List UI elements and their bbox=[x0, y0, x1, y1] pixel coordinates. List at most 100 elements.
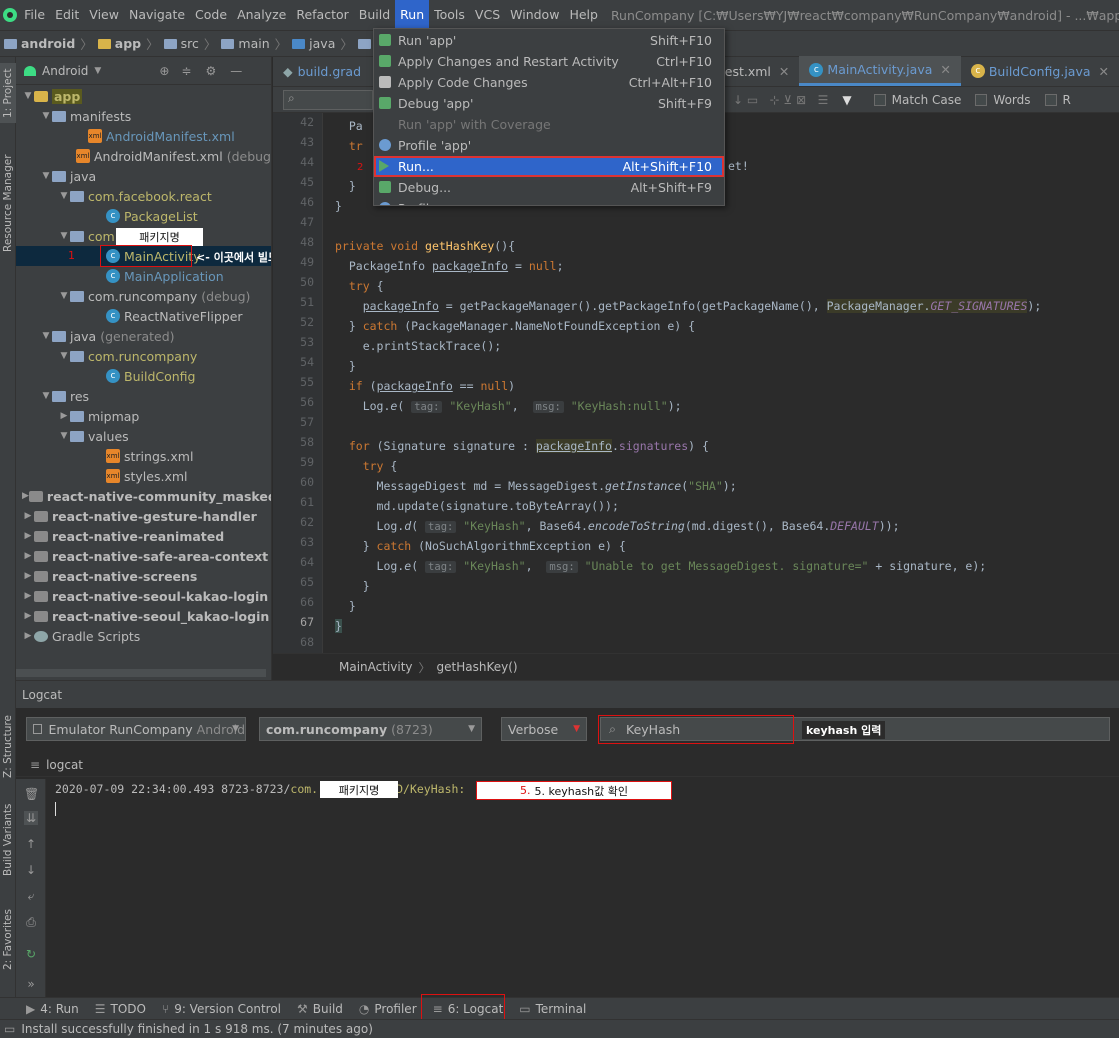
menu-tools[interactable]: Tools bbox=[429, 0, 470, 30]
tab-buildconfig[interactable]: c BuildConfig.java ✕ bbox=[961, 56, 1119, 86]
run-menu-item[interactable]: Apply Code Changes Ctrl+Alt+F10 bbox=[374, 72, 724, 93]
log-level-select[interactable]: Verbose ▼ bbox=[501, 717, 587, 741]
tree-item[interactable]: ▼ res bbox=[16, 386, 271, 406]
crumb-src[interactable]: src 〉 bbox=[163, 34, 222, 53]
tree-item[interactable]: ▼ com.facebook.react bbox=[16, 186, 271, 206]
tree-item[interactable]: xml strings.xml bbox=[16, 446, 271, 466]
process-select[interactable]: com.runcompany (8723) ▼ bbox=[259, 717, 482, 741]
run-menu-item[interactable]: Run 'app' with Coverage bbox=[374, 114, 724, 135]
tool-window-todo[interactable]: ☰ TODO bbox=[95, 1002, 146, 1016]
tree-item[interactable]: c ReactNativeFlipper bbox=[16, 306, 271, 326]
scroll-end-icon[interactable]: ⇊ bbox=[24, 811, 38, 825]
gear-icon[interactable]: ⚙ bbox=[205, 64, 216, 78]
crumb-java[interactable]: java 〉 bbox=[292, 34, 358, 53]
tree-item[interactable]: ▶ react-native-reanimated bbox=[16, 526, 271, 546]
print-icon[interactable]: ⎙ bbox=[24, 915, 38, 930]
collapse-arrow-icon[interactable]: ▶ bbox=[22, 631, 34, 641]
menu-run[interactable]: Run bbox=[395, 0, 430, 30]
tree-item[interactable]: ▶ Gradle Scripts bbox=[16, 626, 271, 646]
menu-navigate[interactable]: Navigate bbox=[124, 0, 190, 30]
expand-arrow-icon[interactable]: ▼ bbox=[40, 391, 52, 401]
words-option[interactable]: Words bbox=[975, 93, 1031, 107]
close-icon[interactable]: ✕ bbox=[940, 62, 950, 77]
tool-window-vcs[interactable]: ⑂ 9: Version Control bbox=[162, 1002, 281, 1016]
run-menu-item[interactable]: Profile... bbox=[374, 198, 724, 205]
tree-item[interactable]: ▼ app bbox=[16, 86, 271, 106]
menu-view[interactable]: View bbox=[84, 0, 124, 30]
collapse-arrow-icon[interactable]: ▶ bbox=[22, 571, 34, 581]
tree-item[interactable]: ▶ react-native-seoul-kakao-login bbox=[16, 586, 271, 606]
run-menu-item[interactable]: Run 'app' Shift+F10 bbox=[374, 30, 724, 51]
breadcrumb-method[interactable]: getHashKey() bbox=[437, 660, 518, 674]
menu-refactor[interactable]: Refactor bbox=[291, 0, 353, 30]
tab-build-gradle[interactable]: ◆ build.grad bbox=[273, 56, 371, 86]
tree-item[interactable]: ▶ react-native-community_masked-view bbox=[16, 486, 271, 506]
restart-icon[interactable]: ↻ bbox=[24, 947, 38, 961]
tree-item[interactable]: xml styles.xml bbox=[16, 466, 271, 486]
collapse-arrow-icon[interactable]: ▶ bbox=[58, 411, 70, 421]
device-select[interactable]: Emulator RunCompany Android ▼ bbox=[26, 717, 246, 741]
expand-arrow-icon[interactable]: ▼ bbox=[58, 191, 70, 201]
tree-item[interactable]: ▼ com.runcompany (debug) bbox=[16, 286, 271, 306]
tree-item[interactable]: ▶ react-native-screens bbox=[16, 566, 271, 586]
run-menu-item[interactable]: Debug... Alt+Shift+F9 bbox=[374, 177, 724, 198]
tree-item[interactable]: ▼ java (generated) bbox=[16, 326, 271, 346]
collapse-arrow-icon[interactable]: ▶ bbox=[22, 551, 34, 561]
collapse-arrow-icon[interactable]: ▶ bbox=[22, 531, 34, 541]
menu-build[interactable]: Build bbox=[354, 0, 395, 30]
resource-manager-tab[interactable]: Resource Manager bbox=[0, 153, 16, 253]
find-toolbar-icons[interactable]: ↓ ▭ ⊹ ⊻ ⊠ ☰ bbox=[733, 93, 828, 107]
menu-file[interactable]: File bbox=[19, 0, 50, 30]
more-icon[interactable]: » bbox=[24, 977, 38, 991]
regex-option[interactable]: R bbox=[1044, 93, 1071, 107]
expand-arrow-icon[interactable]: ▼ bbox=[58, 291, 70, 301]
tab-mainactivity[interactable]: c MainActivity.java ✕ bbox=[799, 56, 961, 86]
trash-icon[interactable]: 🗑 bbox=[24, 787, 39, 801]
tree-item[interactable]: ▶ react-native-gesture-handler bbox=[16, 506, 271, 526]
run-menu-item[interactable]: Profile 'app' bbox=[374, 135, 724, 156]
logcat-subtab[interactable]: ≡ logcat bbox=[16, 753, 1119, 777]
collapse-icon[interactable]: ≑ bbox=[181, 64, 191, 78]
tree-item[interactable]: ▶ react-native-seoul_kakao-login bbox=[16, 606, 271, 626]
menu-code[interactable]: Code bbox=[190, 0, 232, 30]
collapse-arrow-icon[interactable]: ▶ bbox=[22, 491, 29, 501]
tool-window-run[interactable]: ▶ 4: Run bbox=[26, 1002, 79, 1016]
tool-window-build[interactable]: ⚒ Build bbox=[297, 1002, 343, 1016]
expand-arrow-icon[interactable]: ▼ bbox=[22, 91, 34, 101]
project-view-select[interactable]: Android bbox=[42, 64, 88, 78]
tree-item[interactable]: c PackageList bbox=[16, 206, 271, 226]
crumb-android[interactable]: android 〉 bbox=[4, 34, 98, 53]
tree-item[interactable]: c BuildConfig bbox=[16, 366, 271, 386]
close-icon[interactable]: ✕ bbox=[779, 64, 789, 79]
chevron-down-icon[interactable]: ▼ bbox=[94, 66, 101, 76]
expand-arrow-icon[interactable]: ▼ bbox=[40, 331, 52, 341]
favorites-tab[interactable]: 2: Favorites bbox=[0, 902, 16, 977]
up-arrow-icon[interactable]: ↑ bbox=[24, 837, 38, 851]
menu-vcs[interactable]: VCS bbox=[470, 0, 505, 30]
structure-tab[interactable]: Z: Structure bbox=[0, 702, 16, 792]
expand-arrow-icon[interactable]: ▼ bbox=[58, 231, 70, 241]
menu-help[interactable]: Help bbox=[564, 0, 603, 30]
breadcrumb-class[interactable]: MainActivity bbox=[339, 660, 413, 674]
minimize-icon[interactable]: — bbox=[230, 64, 242, 78]
wrap-icon[interactable]: ⤶ bbox=[24, 889, 38, 904]
collapse-arrow-icon[interactable]: ▶ bbox=[22, 591, 34, 601]
run-menu-item[interactable]: Debug 'app' Shift+F9 bbox=[374, 93, 724, 114]
crumb-app[interactable]: app 〉 bbox=[97, 34, 164, 53]
filter-icon[interactable]: ▼ bbox=[842, 93, 851, 107]
project-tool-tab[interactable]: 1: Project bbox=[0, 63, 16, 123]
match-case-option[interactable]: Match Case bbox=[873, 93, 961, 107]
close-icon[interactable]: ✕ bbox=[1099, 64, 1109, 79]
horizontal-scrollbar[interactable] bbox=[16, 669, 266, 677]
expand-arrow-icon[interactable]: ▼ bbox=[58, 431, 70, 441]
collapse-arrow-icon[interactable]: ▶ bbox=[22, 511, 34, 521]
run-menu-item[interactable]: Apply Changes and Restart Activity Ctrl+F… bbox=[374, 51, 724, 72]
run-menu-item[interactable]: Run... Alt+Shift+F10 bbox=[374, 156, 724, 177]
tree-item[interactable]: ▼ java bbox=[16, 166, 271, 186]
find-input[interactable]: ⌕ bbox=[283, 89, 373, 110]
expand-arrow-icon[interactable]: ▼ bbox=[40, 171, 52, 181]
target-icon[interactable]: ⊕ bbox=[159, 64, 169, 78]
tree-item[interactable]: xml AndroidManifest.xml bbox=[16, 126, 271, 146]
tree-item[interactable]: ▶ react-native-safe-area-context bbox=[16, 546, 271, 566]
expand-arrow-icon[interactable]: ▼ bbox=[40, 111, 52, 121]
